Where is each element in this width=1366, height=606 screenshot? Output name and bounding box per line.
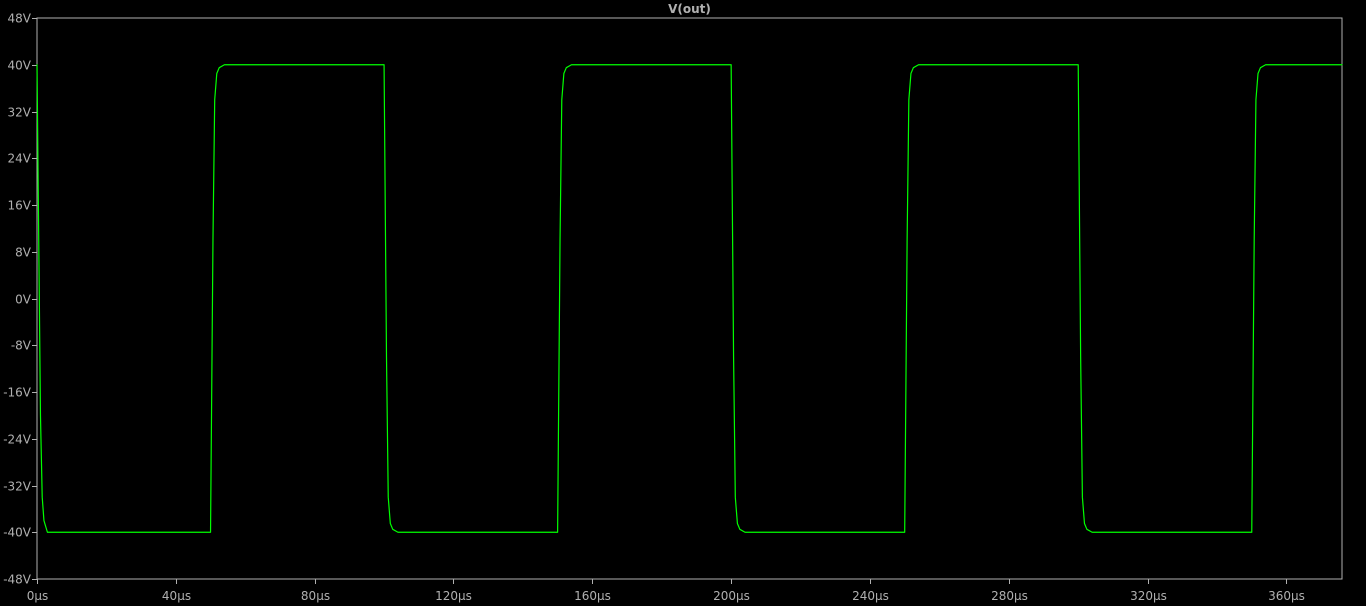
series-line-vout [36, 64, 1343, 533]
x-tick-label: 160µs [574, 589, 611, 603]
y-tick-label: -16V [3, 386, 32, 400]
x-tick-label: 320µs [1130, 589, 1167, 603]
y-tick-label: -8V [11, 339, 32, 353]
y-tick-label: 24V [8, 152, 32, 166]
y-tick-label: 48V [8, 12, 32, 26]
y-tick-label: 16V [8, 199, 32, 213]
plot-frame [36, 17, 1343, 580]
trace-title[interactable]: V(out) [668, 2, 711, 16]
y-tick-label: 32V [8, 106, 32, 120]
x-tick-label: 360µs [1268, 589, 1305, 603]
x-tick-label: 120µs [435, 589, 472, 603]
waveform-plot: V(out) 48V 40V 32V 24V 16V 8V 0V -8V -16V -24V -32… [0, 0, 1366, 606]
x-tick-label: 80µs [301, 589, 330, 603]
y-tick-label: -40V [3, 526, 32, 540]
y-tick-label: 8V [15, 246, 32, 260]
y-tick-label: -24V [3, 433, 32, 447]
x-tick-label: 40µs [162, 589, 191, 603]
x-tick-label: 280µs [991, 589, 1028, 603]
y-tick-label: 40V [8, 59, 32, 73]
y-tick-label: 0V [15, 293, 32, 307]
x-tick-label: 240µs [852, 589, 889, 603]
x-tick-label: 200µs [713, 589, 750, 603]
y-tick-label: -32V [3, 480, 32, 494]
x-tick-label: 0µs [27, 589, 49, 603]
y-tick-label: -48V [3, 573, 32, 587]
plot-canvas[interactable]: V(out) 48V 40V 32V 24V 16V 8V 0V -8V -16V -24V -32… [0, 0, 1366, 606]
